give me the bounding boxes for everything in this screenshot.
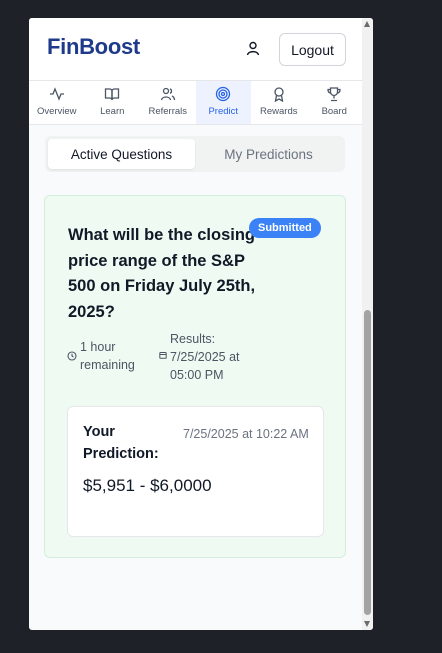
question-card: What will be the closing price range of … (44, 195, 346, 558)
nav-item-predict[interactable]: Predict (195, 81, 251, 124)
nav-label-rewards: Rewards (260, 106, 298, 117)
nav-label-predict: Predict (208, 106, 239, 117)
results-time: 7/25/2025 at 05:00 PM (170, 350, 240, 382)
prediction-box: Your Prediction: 7/25/2025 at 10:22 AM $… (67, 406, 324, 537)
nav-label-board: Board (321, 106, 347, 117)
question-tabs: Active Questions My Predictions (45, 136, 345, 172)
calendar-icon (159, 352, 167, 359)
scroll-thumb[interactable] (364, 310, 371, 615)
award-icon (274, 87, 284, 102)
user-icon[interactable] (245, 40, 261, 56)
nav-item-board[interactable]: Board (307, 81, 363, 124)
nav-item-overview[interactable]: Overview (29, 81, 85, 124)
prediction-timestamp: 7/25/2025 at 10:22 AM (183, 427, 309, 441)
target-icon (216, 86, 231, 102)
tab-my-predictions[interactable]: My Predictions (195, 139, 342, 169)
prediction-label: Your Prediction: (83, 424, 159, 462)
status-badge: Submitted (249, 218, 321, 238)
app-window: FinBoost Logout Overview Learn Referrals… (29, 18, 373, 630)
prediction-value: $5,951 - $6,0000 (83, 476, 212, 495)
clock-icon (67, 351, 77, 361)
nav-item-rewards[interactable]: Rewards (251, 81, 307, 124)
scroll-down-arrow[interactable] (364, 621, 370, 627)
trophy-icon (327, 87, 341, 102)
nav-label-learn: Learn (100, 106, 125, 117)
results-label: Results: (170, 332, 216, 346)
book-icon (105, 88, 120, 101)
header: FinBoost Logout (29, 18, 362, 81)
nav-item-referrals[interactable]: Referrals (140, 81, 196, 124)
logout-button[interactable]: Logout (279, 33, 346, 66)
question-text: What will be the closing price range of … (68, 226, 256, 321)
activity-icon (49, 87, 64, 101)
nav-item-learn[interactable]: Learn (85, 81, 141, 124)
app-logo: FinBoost (47, 34, 140, 59)
time-remaining: 1 hour remaining (80, 340, 135, 372)
nav-label-overview: Overview (36, 106, 77, 117)
scroll-up-arrow[interactable] (364, 21, 370, 27)
nav-bar: Overview Learn Referrals Predict Rewards… (29, 81, 362, 125)
tab-active-questions[interactable]: Active Questions (48, 139, 195, 169)
scrollbar[interactable] (362, 18, 373, 630)
users-icon (160, 87, 175, 101)
nav-label-referrals: Referrals (148, 106, 188, 117)
